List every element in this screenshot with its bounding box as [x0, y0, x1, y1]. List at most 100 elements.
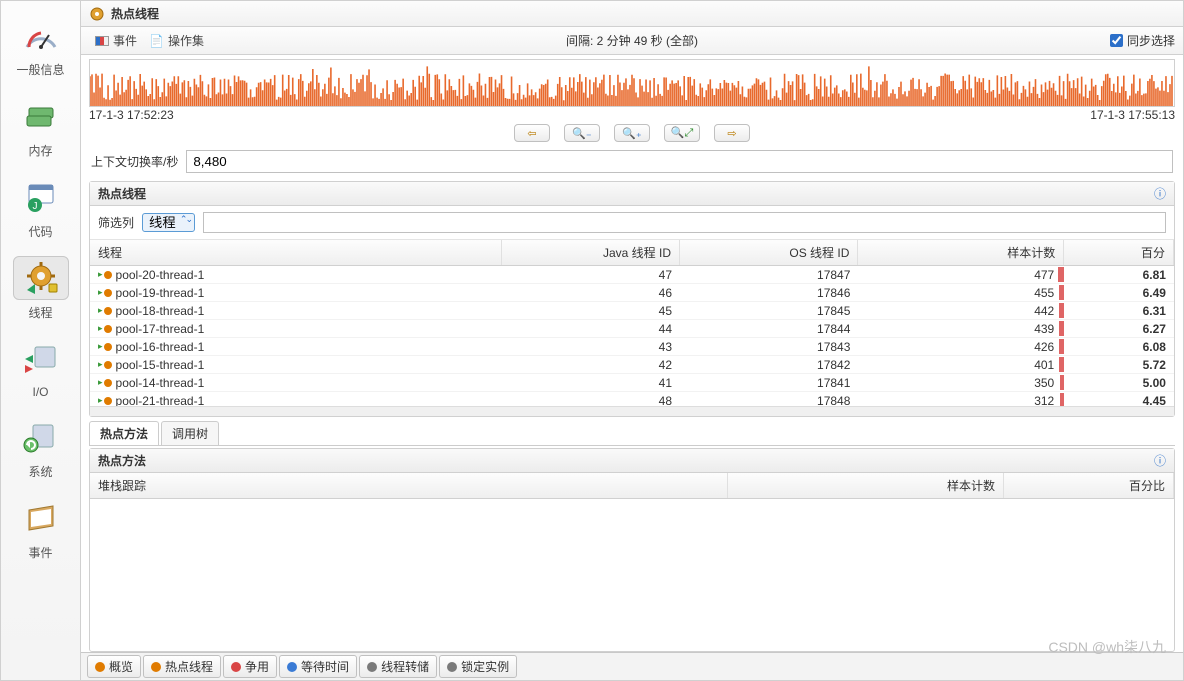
cell-percent: 6.81	[1064, 266, 1174, 283]
sidebar-item-label: 代码	[28, 223, 52, 240]
cell-java-id: 45	[502, 302, 680, 319]
sidebar-item-label: 系统	[28, 463, 52, 480]
filter-select[interactable]: 线程	[142, 213, 195, 232]
col-os-id[interactable]: OS 线程 ID	[680, 240, 858, 265]
context-switch-label: 上下文切换率/秒	[91, 153, 178, 170]
metric-row: 上下文切换率/秒	[81, 142, 1183, 181]
cell-percent: 6.27	[1064, 320, 1174, 337]
col-java-id[interactable]: Java 线程 ID	[502, 240, 680, 265]
cell-percent: 5.72	[1064, 356, 1174, 373]
cell-thread: ▸pool-14-thread-1	[90, 374, 502, 391]
sync-label: 同步选择	[1127, 32, 1175, 49]
hot-methods-panel: 热点方法 ⓘ 堆栈跟踪 样本计数 百分比	[89, 448, 1175, 652]
help-icon[interactable]: ⓘ	[1154, 452, 1166, 469]
col-percent2[interactable]: 百分比	[1004, 473, 1174, 498]
cell-thread: ▸pool-16-thread-1	[90, 338, 502, 355]
col-percent[interactable]: 百分	[1064, 240, 1174, 265]
cell-java-id: 42	[502, 356, 680, 373]
table-row[interactable]: ▸pool-21-thread-148178483124.45	[90, 392, 1174, 406]
thread-row-icon: ▸	[98, 269, 112, 280]
table-row[interactable]: ▸pool-15-thread-142178424015.72	[90, 356, 1174, 374]
sidebar: 一般信息 内存 J 代码 线程 I/O 系统 事件	[1, 1, 81, 680]
thread-row-icon: ▸	[98, 341, 112, 352]
sidebar-item-memory[interactable]: 内存	[5, 94, 77, 159]
action-set-button[interactable]: 📄操作集	[143, 30, 210, 51]
bottom-tab-1[interactable]: 热点线程	[143, 655, 221, 678]
table-row[interactable]: ▸pool-20-thread-147178474776.81	[90, 266, 1174, 284]
zoom-out-button[interactable]: 🔍₋	[564, 124, 600, 142]
sidebar-item-label: 内存	[28, 142, 52, 159]
col-sample2[interactable]: 样本计数	[728, 473, 1004, 498]
context-switch-input[interactable]	[186, 150, 1173, 173]
panel2-title: 热点方法	[98, 452, 146, 469]
cell-java-id: 43	[502, 338, 680, 355]
cell-java-id: 46	[502, 284, 680, 301]
thread-row-icon: ▸	[98, 287, 112, 298]
cell-os-id: 17842	[680, 356, 858, 373]
table-row[interactable]: ▸pool-18-thread-145178454426.31	[90, 302, 1174, 320]
col-sample[interactable]: 样本计数	[858, 240, 1064, 265]
cell-os-id: 17845	[680, 302, 858, 319]
table-row[interactable]: ▸pool-16-thread-143178434266.08	[90, 338, 1174, 356]
timeline-chart[interactable]	[89, 59, 1175, 107]
sidebar-item-system[interactable]: 系统	[5, 415, 77, 480]
thread-icon	[89, 6, 105, 22]
sidebar-item-label: 线程	[28, 304, 52, 321]
zoom-in-button[interactable]: 🔍₊	[614, 124, 650, 142]
tab-dot-icon	[287, 662, 297, 672]
bottom-tab-3[interactable]: 等待时间	[279, 655, 357, 678]
horizontal-scrollbar[interactable]	[90, 406, 1174, 416]
cell-os-id: 17843	[680, 338, 858, 355]
script-icon: 📄	[149, 34, 164, 48]
table-row[interactable]: ▸pool-14-thread-141178413505.00	[90, 374, 1174, 392]
nav-next-button[interactable]: ⇨	[714, 124, 750, 142]
bottom-tab-0[interactable]: 概览	[87, 655, 141, 678]
toolbar: 事件 📄操作集 间隔: 2 分钟 49 秒 (全部) 同步选择	[81, 27, 1183, 55]
cell-sample: 312	[858, 392, 1064, 406]
tab-hot-methods[interactable]: 热点方法	[89, 421, 159, 445]
bottom-tab-2[interactable]: 争用	[223, 655, 277, 678]
memory-icon	[21, 98, 61, 134]
sidebar-item-overview[interactable]: 一般信息	[5, 13, 77, 78]
hot-threads-panel: 热点线程 ⓘ 筛选列 线程 线程 Java 线程 ID OS 线程 ID 样本计…	[89, 181, 1175, 417]
sidebar-item-io[interactable]: I/O	[5, 337, 77, 399]
filter-label: 筛选列	[98, 214, 134, 231]
filter-input[interactable]	[203, 212, 1166, 233]
zoom-all-button[interactable]: 🔍⤢	[664, 124, 700, 142]
table-row[interactable]: ▸pool-19-thread-146178464556.49	[90, 284, 1174, 302]
col-stack[interactable]: 堆栈跟踪	[90, 473, 728, 498]
cell-java-id: 47	[502, 266, 680, 283]
interval-label: 间隔: 2 分钟 49 秒 (全部)	[566, 32, 698, 49]
table-row[interactable]: ▸pool-17-thread-144178444396.27	[90, 320, 1174, 338]
tab-dot-icon	[367, 662, 377, 672]
tab-call-tree[interactable]: 调用树	[161, 421, 219, 445]
sidebar-item-events[interactable]: 事件	[5, 496, 77, 561]
tab-dot-icon	[447, 662, 457, 672]
sidebar-item-code[interactable]: J 代码	[5, 175, 77, 240]
cell-os-id: 17841	[680, 374, 858, 391]
help-icon[interactable]: ⓘ	[1154, 185, 1166, 202]
page-title: 热点线程	[111, 5, 159, 22]
cell-os-id: 17846	[680, 284, 858, 301]
cell-os-id: 17848	[680, 392, 858, 406]
sync-checkbox[interactable]	[1110, 34, 1123, 47]
events-icon	[21, 500, 61, 536]
nav-prev-button[interactable]: ⇦	[514, 124, 550, 142]
bottom-tab-4[interactable]: 线程转储	[359, 655, 437, 678]
cell-thread: ▸pool-19-thread-1	[90, 284, 502, 301]
methods-table-body	[90, 499, 1174, 651]
cell-thread: ▸pool-15-thread-1	[90, 356, 502, 373]
col-thread[interactable]: 线程	[90, 240, 502, 265]
cell-sample: 455	[858, 284, 1064, 301]
cell-sample: 426	[858, 338, 1064, 355]
filter-row: 筛选列 线程	[90, 206, 1174, 240]
cell-sample: 350	[858, 374, 1064, 391]
gauge-icon	[21, 17, 61, 53]
gear-icon	[21, 260, 61, 296]
cell-os-id: 17844	[680, 320, 858, 337]
events-button[interactable]: 事件	[89, 30, 143, 51]
threads-table: 线程 Java 线程 ID OS 线程 ID 样本计数 百分 ▸pool-20-…	[90, 240, 1174, 416]
cell-sample: 401	[858, 356, 1064, 373]
sidebar-item-threads[interactable]: 线程	[5, 256, 77, 321]
bottom-tab-5[interactable]: 锁定实例	[439, 655, 517, 678]
